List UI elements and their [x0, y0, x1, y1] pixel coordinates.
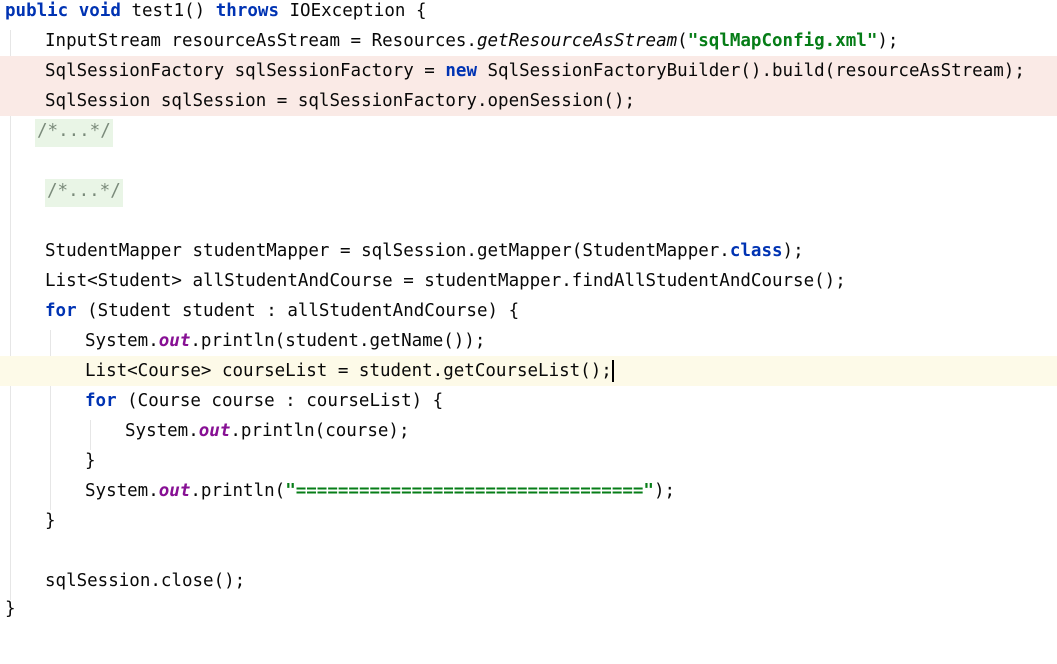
code-text: (Student student : allStudentAndCourse) … [76, 301, 520, 321]
code-line-highlighted[interactable]: SqlSession sqlSession = sqlSessionFactor… [0, 86, 1057, 116]
keyword-void: void [78, 1, 121, 21]
string-literal: "=================================" [285, 481, 654, 501]
code-editor[interactable]: public void test1() throws IOException {… [0, 0, 1057, 619]
code-line-highlighted[interactable]: SqlSessionFactory sqlSessionFactory = ne… [0, 56, 1057, 86]
code-text: List<Course> courseList = student.getCou… [85, 361, 612, 381]
code-text: InputStream resourceAsStream = Resources… [45, 31, 477, 51]
static-field-out: out [158, 481, 191, 501]
code-text: SqlSession sqlSession = sqlSessionFactor… [45, 91, 636, 111]
closing-brace: } [85, 451, 96, 471]
static-field-out: out [198, 421, 231, 441]
code-text: System. [125, 421, 199, 441]
code-text: sqlSession.close(); [45, 571, 246, 591]
code-text: List<Student> allStudentAndCourse = stud… [45, 271, 846, 291]
code-text: ); [782, 241, 804, 261]
code-text: ); [877, 31, 899, 51]
code-line-current[interactable]: List<Course> courseList = student.getCou… [0, 356, 1057, 386]
folded-comment[interactable]: /*...*/ [35, 119, 113, 147]
code-line[interactable]: sqlSession.close(); [0, 570, 1057, 600]
folded-comment[interactable]: /*...*/ [45, 179, 123, 207]
code-text: ( [677, 31, 688, 51]
code-text: SqlSessionFactory sqlSessionFactory = [45, 61, 446, 81]
code-line[interactable]: } [0, 450, 1057, 480]
text-caret [611, 360, 614, 382]
keyword-for: for [85, 391, 117, 411]
code-line[interactable]: StudentMapper studentMapper = sqlSession… [0, 240, 1057, 270]
code-line[interactable]: } [0, 598, 1057, 619]
method-signature: test1() [131, 1, 216, 21]
code-text: .println(course); [230, 421, 410, 441]
code-line[interactable]: for (Student student : allStudentAndCour… [0, 300, 1057, 330]
keyword-throws: throws [215, 1, 279, 21]
code-line[interactable]: public void test1() throws IOException { [0, 0, 1057, 30]
keyword-class: class [729, 241, 783, 261]
code-line[interactable]: } [0, 510, 1057, 540]
exception-type: IOException { [278, 1, 427, 21]
code-text: .println(student.getName()); [190, 331, 486, 351]
code-text: SqlSessionFactoryBuilder().build(resourc… [476, 61, 1025, 81]
code-text: (Course course : courseList) { [116, 391, 444, 411]
code-text: StudentMapper studentMapper = sqlSession… [45, 241, 730, 261]
code-line[interactable]: /*...*/ [0, 119, 1057, 150]
static-field-out: out [158, 331, 191, 351]
code-text: ); [653, 481, 676, 501]
string-literal: "sqlMapConfig.xml" [687, 31, 878, 51]
code-text: System. [85, 481, 159, 501]
keyword-public: public [5, 1, 69, 21]
keyword-new: new [445, 61, 477, 81]
code-text: System. [85, 331, 159, 351]
closing-brace: } [45, 511, 56, 531]
code-line[interactable]: List<Student> allStudentAndCourse = stud… [0, 270, 1057, 300]
code-line[interactable]: System.out.println(course); [0, 420, 1057, 450]
keyword-for: for [45, 301, 77, 321]
code-line[interactable]: for (Course course : courseList) { [0, 390, 1057, 420]
static-method: getResourceAsStream [476, 31, 678, 51]
closing-brace: } [5, 599, 16, 619]
code-line[interactable]: /*...*/ [0, 179, 1057, 210]
code-line[interactable]: System.out.println("====================… [0, 480, 1057, 510]
code-text: .println( [190, 481, 286, 501]
